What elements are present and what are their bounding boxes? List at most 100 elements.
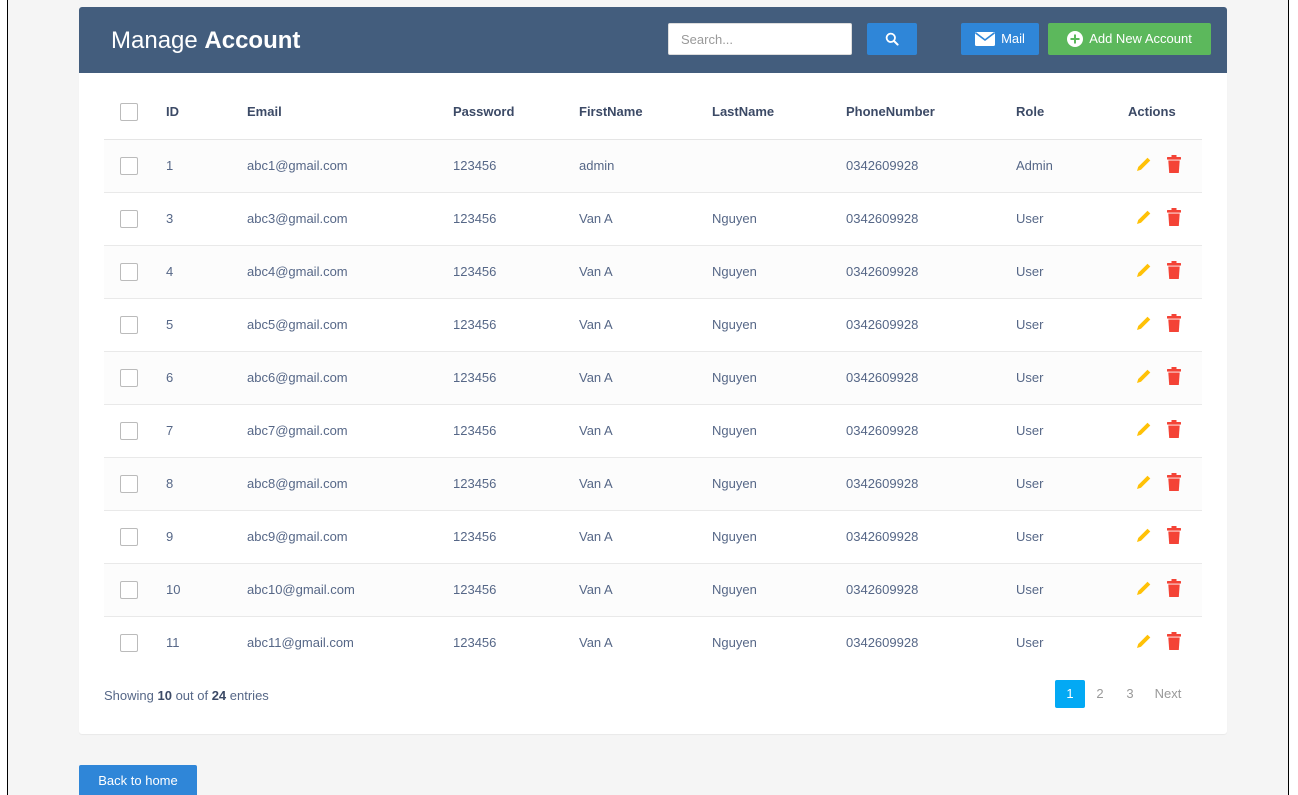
trash-icon[interactable] xyxy=(1167,526,1181,544)
cell-password: 123456 xyxy=(453,139,579,193)
back-to-home-button[interactable]: Back to home xyxy=(79,765,197,795)
envelope-icon xyxy=(975,32,996,46)
trash-icon[interactable] xyxy=(1167,420,1181,438)
page-1-button[interactable]: 1 xyxy=(1055,680,1085,708)
add-new-account-button[interactable]: Add New Account xyxy=(1048,23,1211,55)
cell-firstname: Van A xyxy=(579,563,712,617)
row-checkbox[interactable] xyxy=(120,209,138,228)
column-header-firstname[interactable]: FirstName xyxy=(579,85,712,140)
cell-email: abc9@gmail.com xyxy=(247,510,453,564)
row-checkbox[interactable] xyxy=(120,368,138,387)
pencil-icon[interactable] xyxy=(1135,632,1153,650)
cell-id: 8 xyxy=(166,457,247,511)
trash-icon[interactable] xyxy=(1167,367,1181,385)
cell-actions xyxy=(1117,351,1202,405)
row-checkbox-cell xyxy=(104,563,166,617)
cell-password: 123456 xyxy=(453,457,579,511)
cell-id: 6 xyxy=(166,351,247,405)
column-header-phonenumber[interactable]: PhoneNumber xyxy=(846,85,1016,140)
cell-lastname: Nguyen xyxy=(712,192,846,246)
mail-button[interactable]: Mail xyxy=(961,23,1039,55)
select-all-checkbox[interactable] xyxy=(120,102,138,121)
table-row: 9 abc9@gmail.com 123456 Van A Nguyen 034… xyxy=(104,510,1202,564)
page-2-button[interactable]: 2 xyxy=(1085,680,1115,708)
row-checkbox-cell xyxy=(104,510,166,564)
column-header-password[interactable]: Password xyxy=(453,85,579,140)
pencil-icon[interactable] xyxy=(1135,579,1153,597)
trash-icon[interactable] xyxy=(1167,155,1181,173)
pencil-icon[interactable] xyxy=(1135,314,1153,332)
column-header-email[interactable]: Email xyxy=(247,85,453,140)
trash-icon[interactable] xyxy=(1167,208,1181,226)
cell-firstname: Van A xyxy=(579,635,613,651)
table-row: 6 abc6@gmail.com 123456 Van A Nguyen 034… xyxy=(104,351,1202,405)
title-bold: Account xyxy=(204,27,301,54)
trash-icon[interactable] xyxy=(1167,314,1181,332)
trash-icon[interactable] xyxy=(1167,473,1181,491)
page-3-button[interactable]: 3 xyxy=(1115,680,1145,708)
row-checkbox-cell xyxy=(104,404,166,458)
cell-phonenumber: 0342609928 xyxy=(846,457,1016,511)
trash-icon[interactable] xyxy=(1167,579,1181,597)
summary-count: 10 xyxy=(157,688,172,703)
cell-email: abc3@gmail.com xyxy=(247,192,453,246)
cell-password: 123456 xyxy=(453,245,579,299)
cell-lastname: Nguyen xyxy=(712,404,846,458)
search-input[interactable] xyxy=(668,23,852,55)
cell-phonenumber: 0342609928 xyxy=(846,510,1016,564)
row-checkbox[interactable] xyxy=(120,474,138,493)
cell-password: 123456 xyxy=(453,510,579,564)
cell-firstname: admin xyxy=(579,139,712,193)
cell-id: 10 xyxy=(166,563,247,617)
trash-icon[interactable] xyxy=(1167,261,1181,279)
search-icon xyxy=(885,32,899,46)
pencil-icon[interactable] xyxy=(1135,208,1153,226)
column-header-role[interactable]: Role xyxy=(1016,85,1117,140)
pencil-icon[interactable] xyxy=(1135,420,1153,438)
pencil-icon[interactable] xyxy=(1135,155,1153,173)
row-checkbox-cell xyxy=(104,245,166,299)
cell-email: abc5@gmail.com xyxy=(247,298,453,352)
row-checkbox[interactable] xyxy=(120,315,138,334)
frame-border-right xyxy=(1288,0,1289,795)
cell-firstname: Van A xyxy=(579,245,712,299)
row-checkbox[interactable] xyxy=(120,527,138,546)
cell-firstname: Van A xyxy=(579,457,712,511)
cell-password: 123456 xyxy=(453,351,579,405)
summary-total: 24 xyxy=(211,688,227,703)
search-button[interactable] xyxy=(867,23,917,55)
pencil-icon[interactable] xyxy=(1135,367,1153,385)
row-checkbox[interactable] xyxy=(120,580,138,599)
cell-role: Admin xyxy=(1016,139,1117,193)
cell-lastname: Nguyen xyxy=(712,298,846,352)
cell-phonenumber: 0342609928 xyxy=(846,139,1016,193)
pencil-icon[interactable] xyxy=(1135,261,1153,279)
cell-role: User xyxy=(1016,298,1117,352)
cell-email: abc7@gmail.com xyxy=(247,404,453,458)
column-header-id[interactable]: ID xyxy=(166,85,247,140)
cell-id: 4 xyxy=(166,245,247,299)
cell-lastname: Nguyen xyxy=(712,563,846,617)
cell-email: abc6@gmail.com xyxy=(247,351,453,405)
table-row: 7 abc7@gmail.com 123456 Van A Nguyen 034… xyxy=(104,404,1202,458)
trash-icon[interactable] xyxy=(1167,632,1181,651)
cell-email: abc1@gmail.com xyxy=(247,139,453,193)
add-new-account-label: Add New Account xyxy=(1089,31,1192,46)
pencil-icon[interactable] xyxy=(1135,473,1153,491)
row-checkbox[interactable] xyxy=(120,156,138,175)
frame-border-left xyxy=(7,0,8,795)
cell-email: abc10@gmail.com xyxy=(247,563,453,617)
row-checkbox[interactable] xyxy=(120,262,138,281)
pagination: 1 2 3 Next xyxy=(1055,680,1187,708)
cell-phonenumber: 0342609928 xyxy=(846,192,1016,246)
row-checkbox[interactable] xyxy=(120,633,138,652)
row-checkbox[interactable] xyxy=(120,421,138,440)
row-checkbox-cell xyxy=(104,616,166,669)
next-page-button[interactable]: Next xyxy=(1149,680,1187,708)
cell-role: User xyxy=(1016,245,1117,299)
column-header-lastname[interactable]: LastName xyxy=(712,85,846,140)
cell-email: abc4@gmail.com xyxy=(247,245,453,299)
cell-lastname: Nguyen xyxy=(712,245,846,299)
cell-password: 123456 xyxy=(453,563,579,617)
pencil-icon[interactable] xyxy=(1135,526,1153,544)
